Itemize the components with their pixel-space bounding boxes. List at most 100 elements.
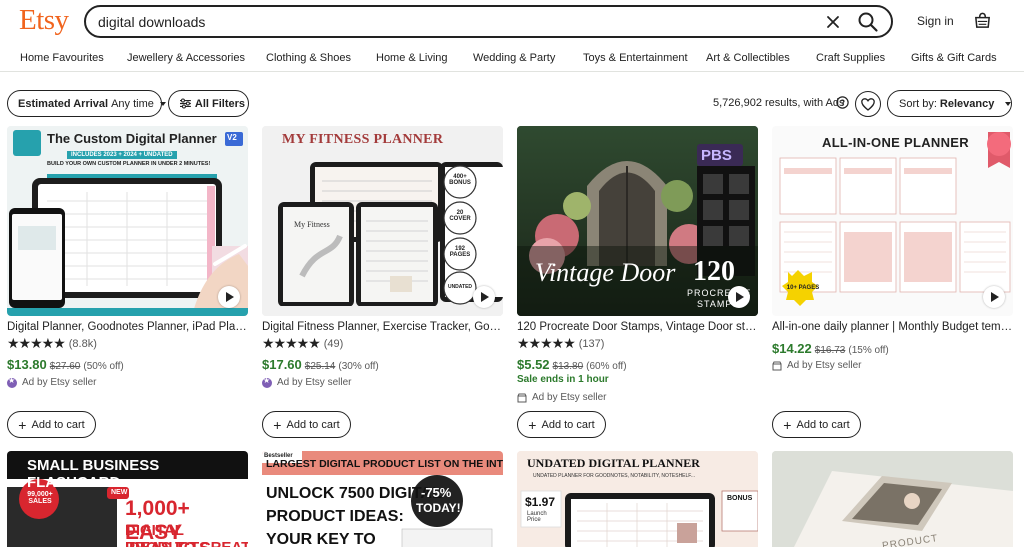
- door-number: 120: [693, 256, 735, 287]
- review-count: (49): [323, 338, 344, 350]
- listing-price: $13.80 $27.60 (50% off): [7, 357, 124, 372]
- discount-percent: (30% off): [338, 361, 379, 372]
- undated-headline: UNDATED DIGITAL PLANNER: [527, 456, 700, 470]
- listing-image[interactable]: PBS Vintage Door 120 PROCREATE STAMPS: [517, 126, 758, 316]
- chevron-down-icon: [159, 101, 166, 106]
- listing-rating: ★★★★★ (8.8k): [7, 336, 97, 352]
- discount-percent: (60% off): [586, 361, 627, 372]
- sale-price: $17.60: [262, 357, 302, 372]
- add-to-cart-button[interactable]: + Add to cart: [772, 411, 861, 438]
- sale-price: $14.22: [772, 341, 812, 356]
- pbs-logo: PBS: [701, 147, 732, 164]
- product-list-headline: LARGEST DIGITAL PRODUCT LIST ON THE INTE…: [266, 458, 503, 470]
- shop-icon: [517, 393, 527, 402]
- ad-text: Ad by Etsy seller: [532, 392, 607, 403]
- star-seller-badge-icon: [262, 376, 272, 388]
- video-play-icon[interactable]: [473, 286, 495, 308]
- sale-price: $13.80: [7, 357, 47, 372]
- nav-item-art[interactable]: Art & Collectibles: [706, 52, 790, 64]
- ad-text: Ad by Etsy seller: [787, 360, 862, 371]
- search-icon[interactable]: [857, 11, 879, 33]
- listing-title[interactable]: Digital Fitness Planner, Exercise Tracke…: [262, 321, 503, 333]
- all-filters-button[interactable]: All Filters: [168, 90, 249, 117]
- planner-strip-text: INCLUDES 2023 + 2024 + UNDATED: [67, 151, 177, 159]
- sort-dropdown[interactable]: Sort by: Relevancy: [887, 90, 1012, 117]
- planner-headline: The Custom Digital Planner: [47, 131, 217, 146]
- nav-item-toys[interactable]: Toys & Entertainment: [583, 52, 688, 64]
- add-to-cart-label: Add to cart: [31, 418, 85, 431]
- add-to-cart-button[interactable]: + Add to cart: [7, 411, 96, 438]
- listing-image[interactable]: ALL-IN-ONE PLANNER 10+ PAGES: [772, 126, 1013, 316]
- ad-label: Ad by Etsy seller: [262, 376, 351, 388]
- search-bar: [84, 5, 893, 38]
- nav-item-clothing[interactable]: Clothing & Shoes: [266, 52, 351, 64]
- ad-text: Ad by Etsy seller: [22, 377, 97, 388]
- estimated-arrival-dropdown[interactable]: Estimated Arrival Any time: [7, 90, 166, 117]
- review-count: (137): [578, 338, 605, 350]
- nav-item-home-living[interactable]: Home & Living: [376, 52, 448, 64]
- favourite-search-button[interactable]: [855, 91, 881, 117]
- star-rating-icon: ★★★★★: [517, 336, 576, 352]
- fitness-badge-bonus: 400+ BONUS: [449, 174, 471, 186]
- original-price: $16.73: [814, 345, 846, 356]
- listing-image[interactable]: UNDATED DIGITAL PLANNER UNDATED PLANNER …: [517, 451, 758, 547]
- ad-label: Ad by Etsy seller: [7, 376, 97, 388]
- cart-icon[interactable]: [973, 11, 992, 30]
- discount-percent: (50% off): [83, 361, 124, 372]
- video-play-icon[interactable]: [728, 286, 750, 308]
- listing-title[interactable]: 120 Procreate Door Stamps, Vintage Door …: [517, 321, 758, 333]
- plus-icon: +: [783, 416, 792, 433]
- planner-v2-badge: V2: [227, 133, 237, 142]
- add-to-cart-label: Add to cart: [286, 418, 340, 431]
- shop-icon: [772, 361, 782, 370]
- listing-image[interactable]: Bestseller LARGEST DIGITAL PRODUCT LIST …: [262, 451, 503, 547]
- listing-image[interactable]: MY FITNESS PLANNER My Fitness 400+ BONUS…: [262, 126, 503, 316]
- search-input[interactable]: [98, 13, 798, 31]
- sale-countdown: Sale ends in 1 hour: [517, 374, 609, 385]
- sign-in-link[interactable]: Sign in: [917, 14, 954, 28]
- bonus-badge: BONUS: [727, 495, 753, 502]
- filter-sliders-icon: [180, 98, 191, 109]
- sort-label: Sort by:: [899, 97, 937, 110]
- sale-price: $5.52: [517, 357, 550, 372]
- original-price: $27.60: [49, 361, 81, 372]
- category-nav: Home Favourites Jewellery & Accessories …: [0, 44, 1024, 70]
- listing-rating: ★★★★★ (49): [262, 336, 344, 352]
- nav-item-gifts[interactable]: Gifts & Gift Cards: [911, 52, 997, 64]
- add-to-cart-label: Add to cart: [796, 418, 850, 431]
- listing-image[interactable]: SMALL BUSINESS FLASHCARD 99,000+ SALES N…: [7, 451, 248, 547]
- star-rating-icon: ★★★★★: [262, 336, 321, 352]
- undated-sub: UNDATED PLANNER FOR GOODNOTES, NOTABILIT…: [533, 473, 695, 479]
- help-icon[interactable]: ?: [836, 96, 849, 109]
- listing-price: $14.22 $16.73 (15% off): [772, 341, 889, 356]
- listing-image[interactable]: PRODUCT: [772, 451, 1013, 547]
- video-play-icon[interactable]: [218, 286, 240, 308]
- star-seller-badge-icon: [7, 376, 17, 388]
- video-play-icon[interactable]: [983, 286, 1005, 308]
- fitness-badge-undated: UNDATED: [447, 284, 473, 290]
- fitness-tablet-text: My Fitness: [294, 220, 330, 229]
- nav-item-jewellery[interactable]: Jewellery & Accessories: [127, 52, 245, 64]
- nav-item-wedding[interactable]: Wedding & Party: [473, 52, 555, 64]
- fitness-headline: MY FITNESS PLANNER: [282, 132, 444, 147]
- listing-image[interactable]: The Custom Digital Planner V2 INCLUDES 2…: [7, 126, 248, 316]
- original-price: $13.80: [552, 361, 584, 372]
- original-price: $25.14: [304, 361, 336, 372]
- launch-price-sub: Launch Price: [527, 511, 547, 523]
- plus-icon: +: [273, 416, 282, 433]
- etsy-logo[interactable]: Etsy: [19, 4, 69, 37]
- listing-title[interactable]: All-in-one daily planner | Monthly Budge…: [772, 321, 1013, 333]
- review-count: (8.8k): [68, 338, 97, 350]
- clear-search-icon[interactable]: [823, 12, 843, 32]
- nav-item-home-favourites[interactable]: Home Favourites: [20, 52, 104, 64]
- product-list-line3: YOUR KEY TO: [266, 531, 376, 547]
- nav-item-craft[interactable]: Craft Supplies: [816, 52, 885, 64]
- door-script-title: Vintage Door: [535, 258, 676, 287]
- discount-percent: (15% off): [848, 345, 889, 356]
- listing-title[interactable]: Digital Planner, Goodnotes Planner, iPad…: [7, 321, 248, 333]
- add-to-cart-button[interactable]: + Add to cart: [262, 411, 351, 438]
- listing-price: $17.60 $25.14 (30% off): [262, 357, 379, 372]
- add-to-cart-button[interactable]: + Add to cart: [517, 411, 606, 438]
- results-count: 5,726,902 results, with Ads: [713, 97, 845, 109]
- fitness-badge-pages: 192 PAGES: [449, 246, 471, 258]
